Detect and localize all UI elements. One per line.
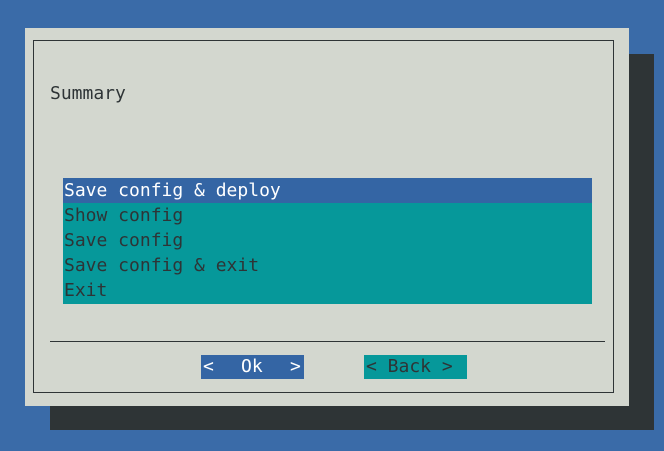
menu-item-save-config-deploy[interactable]: Save config & deploy bbox=[63, 178, 592, 203]
ok-button-left-bracket: < bbox=[203, 356, 214, 377]
menu-item-save-config-exit[interactable]: Save config & exit bbox=[63, 253, 592, 278]
dialog-prompt: Summary bbox=[50, 83, 126, 104]
menu-item-save-config[interactable]: Save config bbox=[63, 228, 592, 253]
ok-button[interactable]: < Ok > bbox=[201, 355, 304, 379]
menu-item-exit[interactable]: Exit bbox=[63, 278, 592, 303]
ok-button-label: Ok bbox=[241, 356, 263, 377]
menu-item-show-config[interactable]: Show config bbox=[63, 203, 592, 228]
back-button[interactable]: < Back > bbox=[364, 355, 467, 379]
back-button-label: < Back > bbox=[366, 356, 453, 377]
button-separator bbox=[50, 341, 605, 342]
action-menu: Save config & deploy Show config Save co… bbox=[63, 178, 592, 304]
ok-button-right-bracket: > bbox=[290, 356, 301, 377]
